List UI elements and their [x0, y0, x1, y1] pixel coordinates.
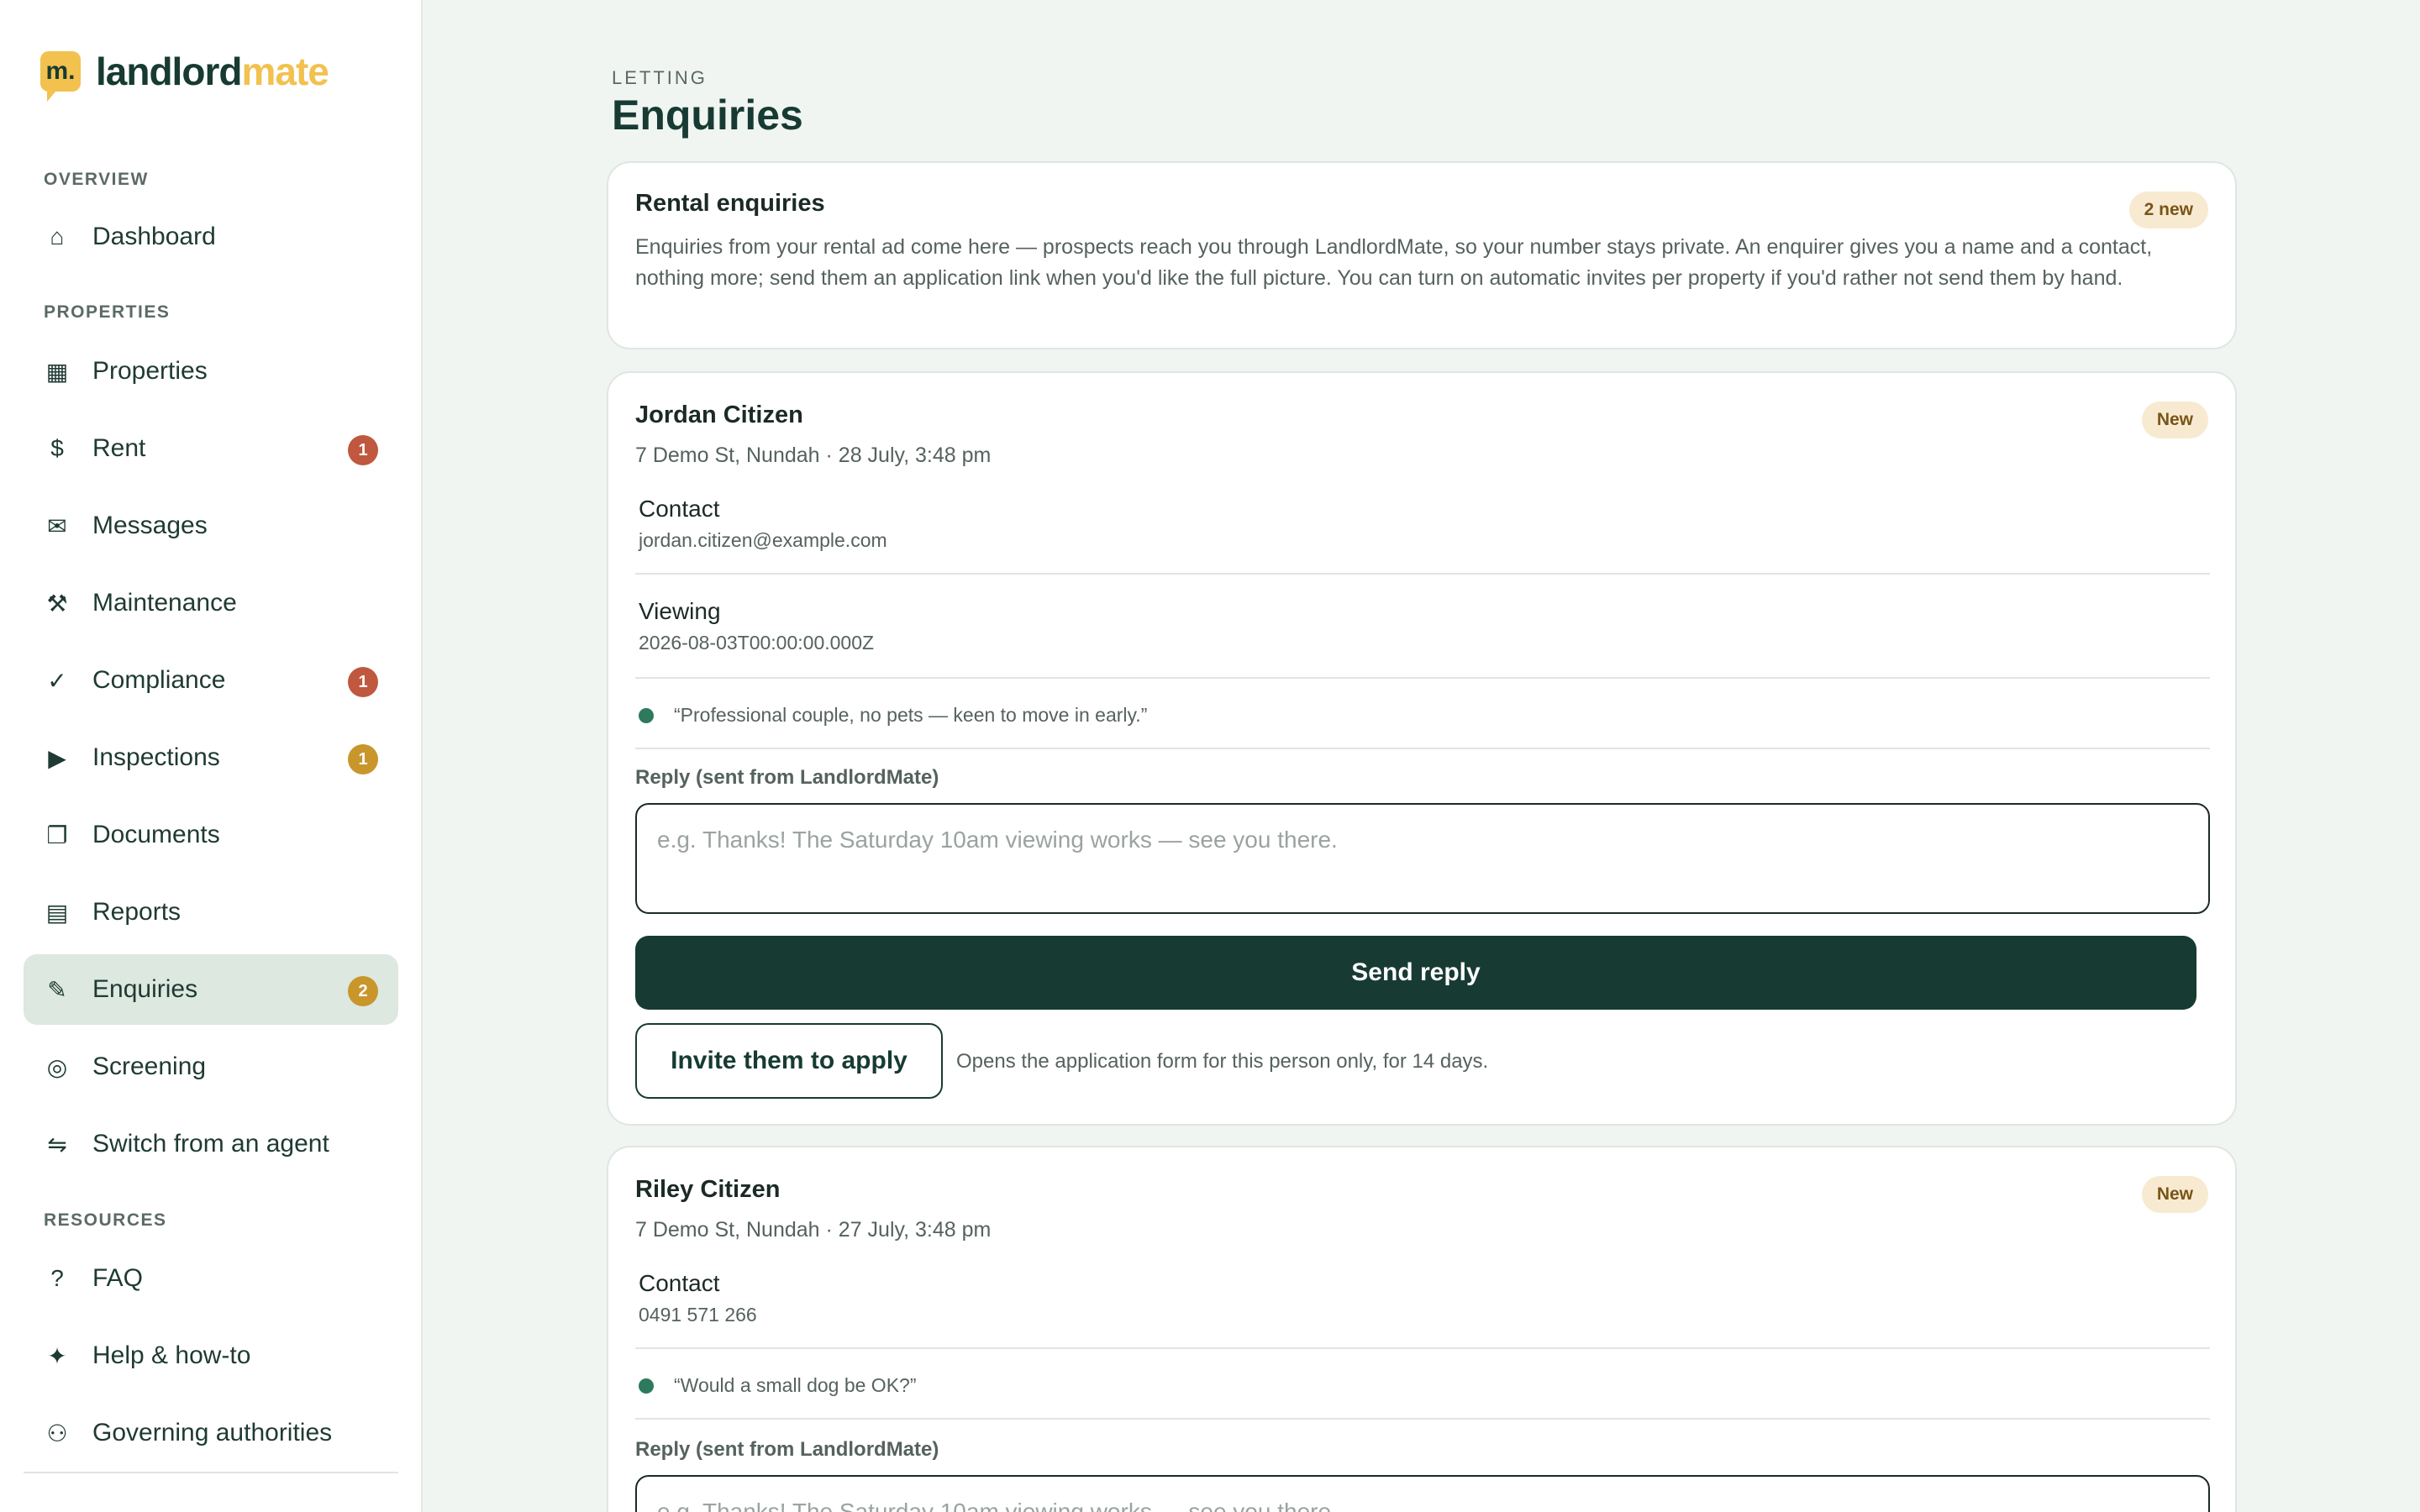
- sidebar-item-enquiries[interactable]: ✎ Enquiries 2: [24, 954, 398, 1025]
- divider: [635, 1418, 2210, 1420]
- sidebar-item-help[interactable]: ✦ Help & how-to: [24, 1320, 398, 1391]
- sidebar-item-label: Messages: [92, 512, 208, 539]
- enquirer-name: Riley Citizen: [635, 1176, 781, 1203]
- sidebar-item-label: Help & how-to: [92, 1341, 251, 1369]
- sidebar-item-maintenance[interactable]: ⚒ Maintenance: [24, 568, 398, 638]
- rental-enquiries-card: Rental enquiries 2 new Enquiries from yo…: [607, 161, 2237, 349]
- nav-section-overview: OVERVIEW: [44, 170, 149, 189]
- viewing-value: 2026-08-03T00:00:00.000Z: [639, 632, 875, 654]
- sidebar-item-label: Maintenance: [92, 589, 237, 617]
- dollar-icon: $: [50, 435, 64, 461]
- status-badge: New: [2141, 1176, 2208, 1213]
- intro-description: Enquiries from your rental ad come here …: [635, 235, 2153, 290]
- divider: [635, 1347, 2210, 1349]
- sidebar-item-label: Reports: [92, 898, 182, 926]
- play-icon: ▶: [48, 744, 66, 771]
- enquiry-card: Jordan Citizen New 7 Demo St, Nundah · 2…: [607, 371, 2237, 1126]
- invite-hint: Opens the application form for this pers…: [956, 1050, 1489, 1073]
- contact-value[interactable]: 0491 571 266: [639, 1304, 757, 1326]
- divider: [635, 748, 2210, 749]
- sidebar-item-label: Governing authorities: [92, 1419, 333, 1446]
- count-badge: 1: [348, 744, 378, 774]
- sidebar-item-label: Enquiries: [92, 975, 198, 1003]
- sidebar-item-documents[interactable]: ❐ Documents: [24, 800, 398, 870]
- tools-icon: ⚒: [46, 590, 68, 617]
- sidebar-item-dashboard[interactable]: ⌂ Dashboard: [24, 202, 398, 272]
- count-badge: 1: [348, 667, 378, 697]
- sidebar-item-compliance[interactable]: ✓ Compliance 1: [24, 645, 398, 716]
- mail-icon: ✉: [47, 512, 67, 539]
- reply-input[interactable]: [635, 1475, 2210, 1512]
- check-icon: ✓: [47, 667, 67, 694]
- target-icon: ◎: [46, 1053, 68, 1080]
- sidebar-item-label: Documents: [92, 821, 220, 848]
- note-dot-icon: [639, 708, 654, 723]
- divider: [635, 677, 2210, 679]
- enquiry-note: “Professional couple, no pets — keen to …: [674, 704, 1148, 726]
- enquiry-note: “Would a small dog be OK?”: [674, 1374, 917, 1396]
- brand-name: landlordmate: [96, 49, 329, 94]
- pencil-icon: ✎: [47, 976, 67, 1003]
- divider: [635, 573, 2210, 575]
- sidebar-item-governing-authorities[interactable]: ⚇ Governing authorities: [24, 1398, 398, 1468]
- count-badge: 2: [348, 976, 378, 1006]
- enquiry-card: Riley Citizen New 7 Demo St, Nundah · 27…: [607, 1146, 2237, 1512]
- contact-label: Contact: [639, 496, 720, 522]
- sidebar-item-label: Switch from an agent: [92, 1130, 329, 1158]
- sidebar-item-label: Screening: [92, 1053, 207, 1080]
- sidebar: m. landlordmate OVERVIEW ⌂ Dashboard PRO…: [0, 0, 423, 1512]
- sidebar-item-properties[interactable]: ▦ Properties: [24, 336, 398, 407]
- send-reply-button[interactable]: Send reply: [635, 936, 2196, 1010]
- sidebar-item-reports[interactable]: ▤ Reports: [24, 877, 398, 948]
- logo-mark-icon: m.: [40, 51, 81, 102]
- sidebar-item-label: Rent: [92, 434, 146, 462]
- contact-label: Contact: [639, 1270, 720, 1296]
- reply-label: Reply (sent from LandlordMate): [635, 1438, 939, 1461]
- sidebar-item-inspections[interactable]: ▶ Inspections 1: [24, 722, 398, 793]
- question-icon: ?: [50, 1265, 64, 1291]
- sidebar-divider: [24, 1472, 398, 1473]
- reply-input[interactable]: [635, 803, 2210, 914]
- invite-to-apply-button[interactable]: Invite them to apply: [635, 1023, 943, 1099]
- document-icon: ❐: [46, 822, 68, 848]
- home-icon: ⌂: [50, 223, 65, 249]
- sparkle-icon: ✦: [47, 1342, 67, 1369]
- reply-label: Reply (sent from LandlordMate): [635, 766, 939, 789]
- nav-section-properties: PROPERTIES: [44, 302, 171, 322]
- note-dot-icon: [639, 1378, 654, 1394]
- new-count-badge: 2 new: [2128, 192, 2208, 228]
- sidebar-item-faq[interactable]: ? FAQ: [24, 1243, 398, 1314]
- sidebar-item-label: Dashboard: [92, 223, 216, 250]
- page-title: Enquiries: [612, 92, 803, 139]
- sidebar-item-label: Inspections: [92, 743, 220, 771]
- brand-name-part2: mate: [241, 50, 329, 93]
- sidebar-item-label: FAQ: [92, 1264, 144, 1292]
- nav-section-resources: RESOURCES: [44, 1210, 167, 1230]
- sidebar-item-label: Properties: [92, 357, 208, 385]
- contact-value[interactable]: jordan.citizen@example.com: [639, 529, 887, 552]
- sidebar-item-messages[interactable]: ✉ Messages: [24, 491, 398, 561]
- sidebar-item-switch-from-agent[interactable]: ⇋ Switch from an agent: [24, 1109, 398, 1179]
- brand-logo[interactable]: m. landlordmate: [40, 49, 329, 102]
- swap-icon: ⇋: [47, 1131, 67, 1158]
- enquiry-meta: 7 Demo St, Nundah · 28 July, 3:48 pm: [635, 444, 992, 467]
- sidebar-item-screening[interactable]: ◎ Screening: [24, 1032, 398, 1102]
- sidebar-item-label: Compliance: [92, 666, 226, 694]
- card-title: Rental enquiries: [635, 190, 825, 217]
- viewing-label: Viewing: [639, 598, 721, 624]
- list-icon: ▤: [45, 899, 69, 926]
- grid-icon: ▦: [45, 358, 69, 385]
- enquirer-name: Jordan Citizen: [635, 402, 803, 428]
- status-badge: New: [2141, 402, 2208, 438]
- enquiry-meta: 7 Demo St, Nundah · 27 July, 3:48 pm: [635, 1218, 992, 1242]
- people-icon: ⚇: [46, 1420, 68, 1446]
- page-eyebrow: LETTING: [612, 67, 708, 88]
- sidebar-item-rent[interactable]: $ Rent 1: [24, 413, 398, 484]
- count-badge: 1: [348, 435, 378, 465]
- brand-name-part1: landlord: [96, 50, 242, 93]
